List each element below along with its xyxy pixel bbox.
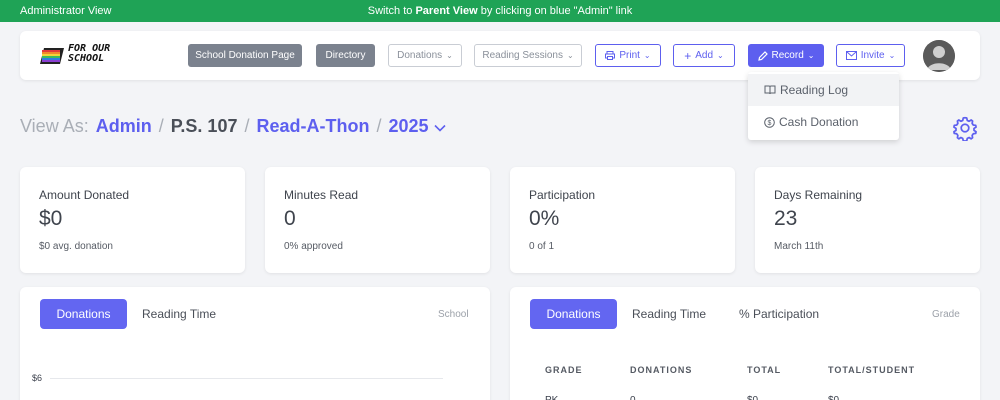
stat-value: 0% <box>529 207 560 230</box>
tab-reading-time[interactable]: Reading Time <box>632 307 706 321</box>
stat-card-amount-donated: Amount Donated $0 $0 avg. donation <box>20 167 245 273</box>
view-as-label: View As: <box>20 116 89 136</box>
directory-label: Directory <box>325 50 366 61</box>
switch-view-hint: Switch to Parent View by clicking on blu… <box>0 5 1000 17</box>
logo-line2: SCHOOL <box>68 53 105 64</box>
stat-subtext: 0% approved <box>284 241 343 252</box>
stat-title: Days Remaining <box>774 188 863 202</box>
directory-button[interactable]: Directory <box>316 44 375 67</box>
user-silhouette-icon <box>923 40 955 72</box>
plus-icon: + <box>684 48 692 63</box>
stat-value: $0 <box>39 207 63 230</box>
svg-text:$: $ <box>768 120 772 127</box>
chevron-down-icon: ⌄ <box>446 51 453 60</box>
tab-reading-time[interactable]: Reading Time <box>142 307 216 321</box>
breadcrumb-separator: / <box>244 116 250 136</box>
pencil-icon <box>757 50 768 61</box>
school-filter-label[interactable]: School <box>438 309 469 320</box>
admin-banner: Administrator View Switch to Parent View… <box>0 0 1000 22</box>
reading-sessions-dropdown[interactable]: Reading Sessions ⌄ <box>474 44 582 67</box>
chevron-down-icon: ⌄ <box>717 51 724 60</box>
tab-donations[interactable]: Donations <box>530 299 617 329</box>
reading-sessions-label: Reading Sessions <box>482 50 563 61</box>
column-header-donations[interactable]: DONATIONS <box>630 365 692 375</box>
add-dropdown[interactable]: + Add ⌄ <box>673 44 735 67</box>
year-selector[interactable]: 2025 <box>388 116 428 137</box>
school-donation-page-label: School Donation Page <box>195 50 295 61</box>
table-cell-grade: PK <box>545 395 558 400</box>
column-header-total-per-student[interactable]: TOTAL/STUDENT <box>828 365 915 375</box>
stat-card-days-remaining: Days Remaining 23 March 11th <box>755 167 980 273</box>
table-cell-total: $0 <box>747 395 758 400</box>
record-dropdown[interactable]: Record ⌄ <box>748 44 824 67</box>
column-header-grade[interactable]: GRADE <box>545 365 583 375</box>
stat-title: Participation <box>529 188 596 202</box>
stat-subtext: 0 of 1 <box>529 241 555 252</box>
add-label: Add <box>695 50 714 61</box>
invite-label: Invite <box>860 50 885 61</box>
tab-donations[interactable]: Donations <box>40 299 127 329</box>
stat-value: 23 <box>774 207 798 230</box>
record-dropdown-menu: Reading Log $ Cash Donation <box>748 72 899 140</box>
chart-gridline <box>50 378 443 379</box>
table-cell-total-per-student: $0 <box>828 395 839 400</box>
stat-title: Amount Donated <box>39 188 130 202</box>
stat-subtext: March 11th <box>774 241 824 252</box>
chevron-down-icon: ⌄ <box>566 51 574 60</box>
record-label: Record <box>771 50 804 61</box>
cash-donation-label: Cash Donation <box>779 115 859 129</box>
parent-view-text: Parent View <box>415 5 478 17</box>
y-axis-tick: $6 <box>32 373 43 383</box>
school-name: P.S. 107 <box>170 116 238 136</box>
print-dropdown[interactable]: Print ⌄ <box>595 44 661 67</box>
book-icon <box>764 85 776 95</box>
logo-text: FOR OUR SCHOOL <box>68 44 110 64</box>
breadcrumb-separator: / <box>376 116 382 136</box>
table-cell-donations: 0 <box>630 395 636 400</box>
printer-icon <box>605 51 616 60</box>
cash-donation-menu-item[interactable]: $ Cash Donation <box>748 106 899 138</box>
admin-link[interactable]: Admin <box>96 116 152 137</box>
tab-participation[interactable]: % Participation <box>739 307 819 321</box>
chevron-down-icon: ⌄ <box>888 51 896 60</box>
switch-prefix: Switch to <box>367 5 416 17</box>
view-as-breadcrumb: View As: Admin / P.S. 107 / Read-A-Thon … <box>20 116 446 137</box>
school-chart-panel: Donations Reading Time School $6 <box>20 287 490 400</box>
for-our-school-logo[interactable]: FOR OUR SCHOOL <box>38 43 128 69</box>
stat-value: 0 <box>284 207 296 230</box>
stat-subtext: $0 avg. donation <box>39 241 113 252</box>
chevron-down-icon: ⌄ <box>643 51 651 60</box>
grade-filter-label[interactable]: Grade <box>932 309 960 320</box>
stat-title: Minutes Read <box>284 188 359 202</box>
switch-suffix: by clicking on blue "Admin" link <box>477 5 633 17</box>
invite-dropdown[interactable]: Invite ⌄ <box>836 44 905 67</box>
stat-card-participation: Participation 0% 0 of 1 <box>510 167 735 273</box>
print-label: Print <box>619 50 640 61</box>
chevron-down-icon: ⌄ <box>807 51 815 60</box>
school-donation-page-button[interactable]: School Donation Page <box>188 44 302 67</box>
donations-label: Donations <box>397 50 443 61</box>
settings-gear-icon[interactable] <box>952 115 978 141</box>
stat-card-minutes-read: Minutes Read 0 0% approved <box>265 167 490 273</box>
breadcrumb-separator: / <box>158 116 164 136</box>
rainbow-logo-icon <box>40 48 64 64</box>
reading-log-menu-item[interactable]: Reading Log <box>748 74 899 106</box>
envelope-icon <box>845 51 857 60</box>
user-avatar[interactable] <box>923 40 955 72</box>
dollar-circle-icon: $ <box>764 116 775 128</box>
grade-table-panel: Donations Reading Time % Participation G… <box>510 287 980 400</box>
reading-log-label: Reading Log <box>780 83 849 97</box>
chevron-down-icon[interactable] <box>433 124 446 132</box>
event-link[interactable]: Read-A-Thon <box>256 116 369 137</box>
donations-dropdown[interactable]: Donations ⌄ <box>388 44 462 67</box>
column-header-total[interactable]: TOTAL <box>747 365 781 375</box>
